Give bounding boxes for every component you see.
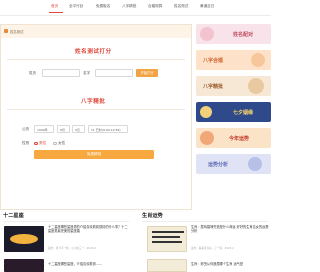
banner-fortune-analysis[interactable]: 运势分析	[196, 154, 271, 174]
surname-input[interactable]	[42, 69, 80, 77]
free-analysis-button[interactable]: 免费精批	[34, 150, 154, 159]
top-nav: 首页 全平行卦 免费取名 八字精批 合婚测算 姓名测试 黄道吉日	[0, 0, 271, 16]
shengxiao-title: 生肖运势	[142, 213, 163, 219]
day-select[interactable]: 9日	[72, 125, 85, 133]
lantern-icon	[248, 78, 264, 94]
article-thumbnail[interactable]	[4, 259, 44, 272]
panel-header: 姓名测试	[1, 25, 191, 38]
article-title[interactable]: 十二星座哪些星座男的介绍喜欢看到感情的什么事？十二星座男最完美的星座婚	[48, 225, 130, 234]
nav-item-hexagram[interactable]: 全平行卦	[69, 4, 83, 9]
given-name-input[interactable]	[95, 69, 133, 77]
nav-item-naming[interactable]: 免费取名	[96, 4, 110, 9]
nav-item-bazi[interactable]: 八字精批	[122, 4, 136, 9]
gender-label: 性别	[22, 141, 30, 145]
bazi-title: 八字精批	[81, 99, 106, 105]
banner-title: 七夕姻缘	[233, 110, 254, 116]
month-select[interactable]: 8月	[57, 125, 70, 133]
year-value: 1999年	[37, 127, 48, 132]
female-label: 女性	[58, 141, 66, 145]
zodiac-icon	[200, 131, 214, 145]
banner-title: 运势分析	[208, 162, 229, 168]
banner-marriage[interactable]: 八字合婚	[196, 50, 271, 70]
banner-title: 八字精批	[203, 84, 224, 90]
breadcrumb: 姓名测试	[10, 30, 24, 34]
given-name-label: 名字	[83, 71, 91, 75]
home-icon	[4, 29, 8, 33]
article-title[interactable]: 十二星座哪些星座，介绍喜欢看到……	[48, 262, 130, 266]
banner-bazi[interactable]: 八字精批	[196, 76, 271, 96]
male-radio[interactable]	[34, 141, 38, 145]
couple-icon	[251, 53, 265, 67]
banner-yearly-fortune[interactable]: 今年运势	[196, 128, 271, 148]
shengxiao-section: 生肖运势 生肖：属鸡猫咪究竟是什么命运 好好的生肖名女的运势分析 发布：看看生肖…	[139, 212, 271, 272]
hour-select[interactable]: 11 巳时(9:00-10:59)	[88, 125, 128, 133]
article-meta: 发布：看看生肖好，了一些 · 2023-2	[191, 247, 234, 250]
main-panel: 姓名测试 姓名测试打分 姓氏 名字 开始打分 八字精批 公历 1999年 8月 …	[0, 24, 192, 210]
female-radio[interactable]	[53, 141, 57, 145]
nav-item-marriage[interactable]: 合婚测算	[148, 4, 162, 9]
start-score-button[interactable]: 开始打分	[136, 69, 158, 77]
flower-icon	[200, 27, 214, 41]
divider	[3, 221, 129, 222]
nav-active-indicator	[49, 12, 63, 13]
divider	[7, 109, 185, 110]
article-thumbnail[interactable]	[4, 226, 44, 252]
zodiac-section: 十二星座 十二星座哪些星座男的介绍喜欢看到感情的什么事？十二星座男最完美的星座婚…	[0, 212, 132, 272]
article-thumbnail[interactable]	[147, 226, 187, 252]
surname-label: 姓氏	[29, 71, 37, 75]
year-select[interactable]: 1999年	[34, 125, 54, 133]
banner-qixi[interactable]: 七夕姻缘	[196, 102, 271, 122]
banner-title: 姓名配对	[233, 32, 254, 38]
nav-item-home[interactable]: 首页	[51, 4, 58, 9]
banner-title: 今年运势	[229, 136, 250, 142]
divider	[142, 221, 268, 222]
calendar-label: 公历	[22, 127, 30, 131]
divider	[7, 59, 185, 60]
banner-name-match[interactable]: 姓名配对	[196, 24, 271, 44]
article-title[interactable]: 生肖：邪虫从你造属哪个生肖 运气是	[191, 262, 269, 266]
male-label: 男性	[39, 141, 47, 145]
article-title[interactable]: 生肖：属鸡猫咪究竟是什么命运 好好的生肖名女的运势分析	[191, 225, 269, 234]
zodiac-title: 十二星座	[3, 213, 24, 219]
nav-divider	[0, 14, 271, 16]
hour-value: 11 巳时(9:00-10:59)	[91, 127, 121, 132]
month-value: 8月	[60, 127, 65, 132]
nav-item-lucky-day[interactable]: 黄道吉日	[200, 4, 214, 9]
banner-title: 八字合婚	[203, 58, 224, 64]
day-value: 9日	[75, 127, 80, 132]
article-thumbnail[interactable]	[147, 259, 187, 272]
star-icon	[248, 157, 262, 171]
moon-icon	[200, 106, 212, 118]
article-meta: 发布：星卡不一样，小小的三一 · 2023-2	[48, 247, 96, 250]
nav-item-name-test[interactable]: 姓名测试	[174, 4, 188, 9]
name-test-title: 姓名测试打分	[75, 49, 112, 55]
